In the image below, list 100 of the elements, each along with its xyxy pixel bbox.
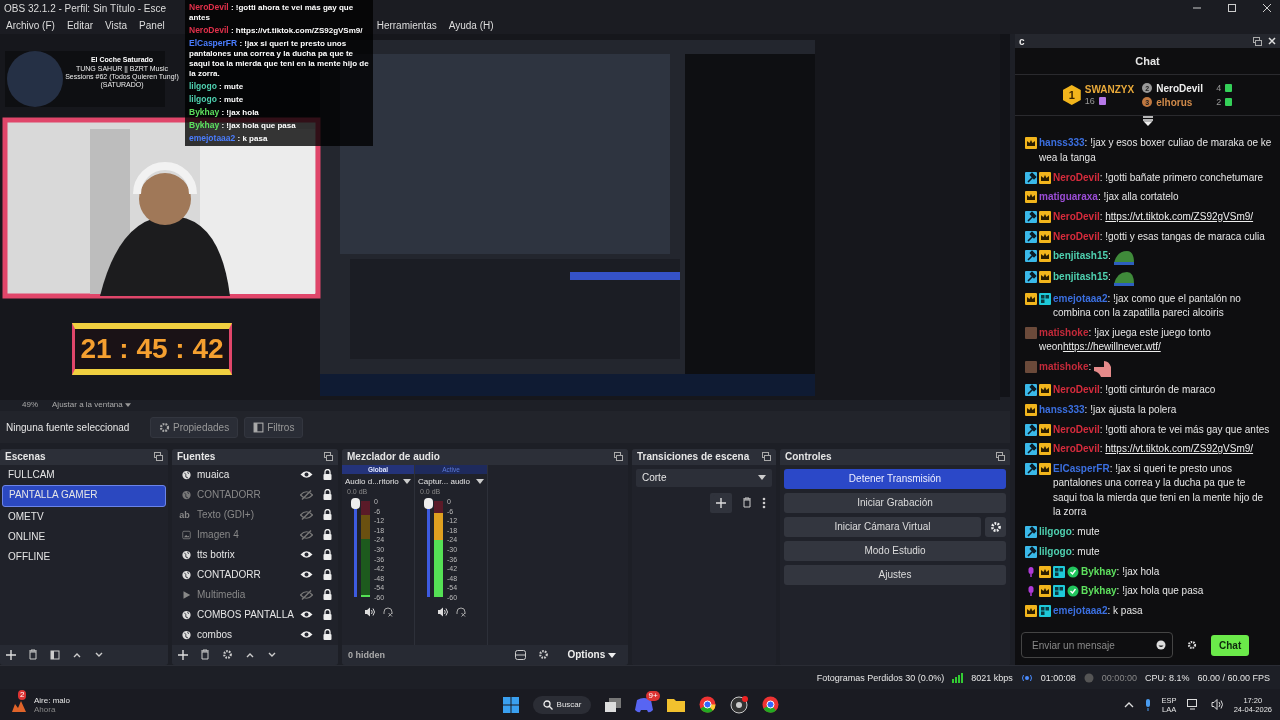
scene-item[interactable]: OFFLINE — [2, 547, 166, 567]
more-icon[interactable] — [762, 497, 766, 509]
eye-icon[interactable] — [300, 570, 313, 580]
layout-icon[interactable] — [515, 650, 527, 660]
eye-icon[interactable] — [300, 470, 313, 480]
scene-item[interactable]: PANTALLA GAMER — [2, 485, 166, 507]
lock-icon[interactable] — [323, 529, 332, 541]
filter-icon[interactable] — [50, 650, 60, 660]
browser-icon[interactable] — [762, 696, 780, 713]
lock-icon[interactable] — [323, 469, 332, 481]
search-icon[interactable] — [542, 699, 553, 710]
speaker-icon[interactable] — [437, 607, 448, 617]
eye-icon[interactable] — [300, 630, 313, 640]
menu-item[interactable]: Editar — [66, 19, 94, 31]
lock-icon[interactable] — [323, 609, 332, 621]
add-icon[interactable] — [710, 493, 732, 513]
speaker-icon[interactable] — [364, 607, 375, 617]
menu-item[interactable]: Herramientas — [376, 19, 437, 31]
float-icon[interactable] — [614, 452, 623, 462]
close-icon[interactable] — [1268, 37, 1276, 45]
lock-icon[interactable] — [323, 629, 332, 641]
source-item[interactable]: Multimedia — [197, 589, 294, 601]
microphone-icon[interactable] — [1143, 698, 1152, 711]
caret-icon[interactable] — [758, 475, 766, 481]
control-button[interactable]: Ajustes — [784, 565, 1006, 585]
menu-item[interactable]: Vista — [105, 19, 128, 31]
fit-dropdown[interactable]: Ajustar a la ventana — [52, 399, 131, 409]
control-button[interactable]: Iniciar Grabación — [784, 493, 1006, 513]
float-icon[interactable] — [324, 452, 333, 462]
lock-icon[interactable] — [323, 569, 332, 581]
settings-icon[interactable] — [538, 649, 550, 661]
properties-button[interactable]: Propiedades — [150, 416, 239, 438]
chat-app-icon[interactable] — [635, 696, 654, 713]
eye-icon[interactable] — [300, 550, 313, 560]
lock-icon[interactable] — [323, 509, 332, 521]
menu-item[interactable]: Archivo (F) — [6, 19, 55, 31]
zoom-level[interactable]: 49% — [22, 399, 38, 409]
control-button[interactable]: Modo Estudio — [784, 541, 1006, 561]
menu-item[interactable]: Ayuda (H) — [448, 19, 494, 31]
eye-slash-icon[interactable] — [300, 530, 313, 540]
gear-icon[interactable] — [159, 421, 170, 433]
float-icon[interactable] — [996, 452, 1005, 462]
transition-dropdown[interactable]: Corte — [636, 469, 772, 487]
source-item[interactable]: Imagen 4 — [197, 529, 294, 541]
speaker-icon[interactable] — [1210, 699, 1224, 710]
eye-slash-icon[interactable] — [300, 490, 313, 500]
chevron-up-icon[interactable] — [1123, 701, 1134, 708]
start-icon[interactable] — [502, 696, 519, 713]
float-icon[interactable] — [762, 452, 771, 462]
control-button[interactable]: Detener Transmisión — [784, 469, 1006, 489]
caret-icon[interactable] — [476, 479, 484, 484]
control-button[interactable]: Iniciar Cámara Virtual — [784, 517, 981, 537]
eye-icon[interactable] — [300, 610, 313, 620]
scroll-down-icon[interactable] — [1141, 116, 1154, 126]
source-item[interactable]: COMBOS PANTALLA — [197, 609, 294, 621]
folder-icon[interactable] — [667, 697, 686, 712]
caret-icon[interactable] — [403, 479, 411, 484]
headphones-icon[interactable] — [383, 607, 393, 617]
lock-icon[interactable] — [323, 589, 332, 601]
source-item[interactable]: Texto (GDI+) — [197, 509, 294, 521]
chat-button[interactable]: Chat — [1211, 634, 1250, 656]
float-icon[interactable] — [1253, 36, 1262, 46]
caret-icon[interactable] — [608, 653, 616, 659]
float-icon[interactable] — [154, 452, 163, 462]
eye-slash-icon[interactable] — [300, 590, 313, 600]
caret-icon[interactable] — [124, 402, 131, 407]
scene-item[interactable]: FULLCAM — [2, 465, 166, 485]
recorder-icon[interactable] — [730, 695, 749, 714]
maximize-icon[interactable] — [1227, 3, 1237, 13]
link[interactable]: https://hewillnever.wtf/ — [1062, 341, 1161, 353]
add-icon[interactable] — [6, 650, 16, 660]
volume-slider[interactable] — [354, 501, 357, 597]
source-item[interactable]: combos — [197, 629, 294, 641]
filter-icon[interactable] — [253, 421, 265, 433]
add-icon[interactable] — [178, 650, 188, 660]
scene-item[interactable]: OMETV — [2, 507, 166, 527]
source-item[interactable]: CONTADORR — [197, 489, 294, 501]
eye-slash-icon[interactable] — [300, 510, 313, 520]
menu-item[interactable]: Panel — [139, 19, 165, 31]
filters-button[interactable]: Filtros — [244, 416, 304, 438]
link[interactable]: https://vt.tiktok.com/ZS92gVSm9/ — [1105, 210, 1254, 222]
message-input[interactable]: Enviar un mensaje — [1021, 632, 1173, 658]
link[interactable]: https://vt.tiktok.com/ZS92gVSm9/ — [1105, 443, 1254, 455]
scene-item[interactable]: ONLINE — [2, 527, 166, 547]
lock-icon[interactable] — [323, 549, 332, 561]
volume-slider[interactable] — [427, 501, 430, 597]
trash-icon[interactable] — [200, 649, 210, 661]
settings-icon[interactable] — [1187, 640, 1197, 650]
source-item[interactable]: CONTADORR — [197, 569, 294, 581]
options-button[interactable]: Options — [561, 648, 622, 662]
trash-icon[interactable] — [742, 497, 752, 509]
settings-icon[interactable] — [222, 649, 233, 661]
emoji-icon[interactable] — [1156, 640, 1166, 650]
trash-icon[interactable] — [28, 649, 38, 661]
close-icon[interactable] — [1262, 3, 1272, 13]
search-field[interactable]: Buscar — [532, 695, 592, 714]
source-item[interactable]: tts botrix — [197, 549, 294, 561]
headphones-icon[interactable] — [456, 607, 466, 617]
browser-icon[interactable] — [699, 696, 717, 713]
source-item[interactable]: muaica — [197, 469, 294, 481]
